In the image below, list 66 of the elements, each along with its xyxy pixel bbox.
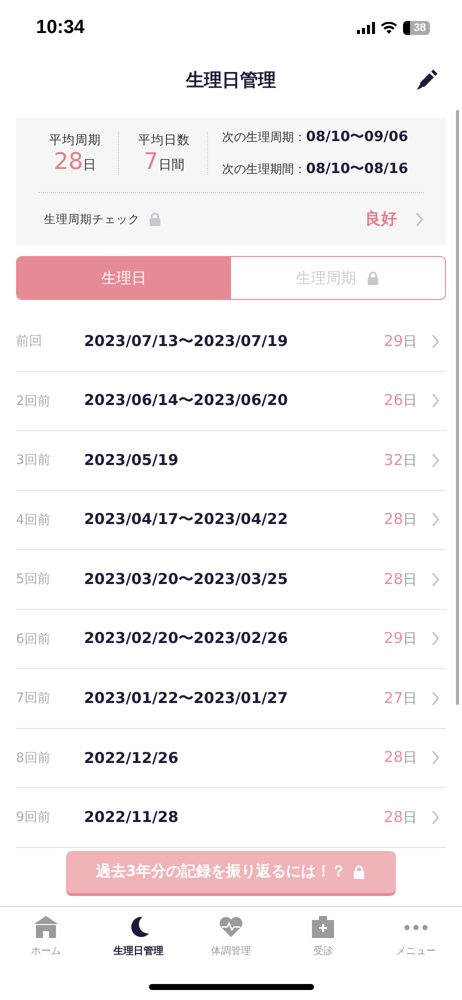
record-dates: 2023/07/13〜2023/07/19 <box>84 332 289 351</box>
record-dates: 2023/03/20〜2023/03/25 <box>84 570 289 589</box>
home-icon <box>34 916 58 938</box>
tab-bar-item[interactable]: 生理日管理 <box>92 907 185 967</box>
record-days: 28 日 <box>384 510 417 530</box>
record-dates: 2023/04/17〜2023/04/22 <box>84 510 289 530</box>
record-row[interactable]: 4回前 2023/04/17〜2023/04/22 28 日 <box>16 490 446 550</box>
record-dates: 2023/05/19 <box>84 451 180 470</box>
stat-value: 28 日 <box>54 148 96 174</box>
record-days: 29 日 <box>384 629 417 648</box>
record-label: 4回前 <box>16 512 52 529</box>
chevron-icon <box>431 393 440 408</box>
record-row[interactable]: 前回 2023/07/13〜2023/07/19 29 日 <box>16 312 446 372</box>
record-row[interactable]: 7回前 2023/01/22〜2023/01/27 27 日 <box>16 669 446 728</box>
forecast-label: 次の生理期間： <box>222 161 306 178</box>
record-row[interactable]: 3回前 2023/05/19 32 日 <box>16 431 446 490</box>
chevron-icon <box>431 572 440 587</box>
chevron-icon <box>431 512 440 528</box>
chevron-icon <box>431 750 440 766</box>
record-label: 5回前 <box>16 571 52 588</box>
chevron-icon <box>431 631 440 646</box>
chevron-icon <box>431 810 440 825</box>
heart-icon <box>219 916 244 938</box>
record-label: 前回 <box>16 333 43 350</box>
check-label: 生理周期チェック <box>44 212 140 226</box>
lock-icon <box>366 271 380 285</box>
record-label: 3回前 <box>16 452 52 470</box>
record-row[interactable]: 8回前 2022/12/26 28 日 <box>16 728 446 788</box>
stat-value: 7 日間 <box>144 148 184 174</box>
forecast-label: 次の生理周期： <box>222 129 306 146</box>
battery-indicator: 38 <box>402 21 430 35</box>
record-row[interactable]: 9回前 2022/11/28 28 日 <box>16 788 446 848</box>
record-label: 6回前 <box>16 630 52 648</box>
more-icon <box>404 924 428 931</box>
page-title: 生理日管理 <box>186 69 276 92</box>
record-days: 28 日 <box>384 570 417 589</box>
signal-icon <box>356 22 375 34</box>
stat-label: 平均周期 <box>49 132 101 148</box>
chevron-icon <box>431 334 440 349</box>
record-label: 2回前 <box>16 392 52 410</box>
record-days: 27 日 <box>384 688 417 708</box>
chevron-icon <box>431 690 440 706</box>
stat-label: 平均日数 <box>138 132 190 148</box>
record-row[interactable]: 6回前 2023/02/20〜2023/02/26 29 日 <box>16 610 446 669</box>
pencil-icon[interactable] <box>417 69 438 90</box>
medical-box-icon <box>311 916 336 938</box>
wifi-icon <box>380 22 397 34</box>
record-days: 28 日 <box>384 808 417 827</box>
record-dates: 2023/02/20〜2023/02/26 <box>84 629 289 648</box>
record-label: 7回前 <box>16 690 52 708</box>
record-dates: 2023/01/22〜2023/01/27 <box>84 688 289 708</box>
record-label: 9回前 <box>16 809 52 826</box>
record-label: 8回前 <box>16 750 52 767</box>
record-days: 32 日 <box>384 450 417 470</box>
record-row[interactable]: 5回前 2023/03/20〜2023/03/25 28 日 <box>16 550 446 610</box>
forecast-value: 08/10〜08/16 <box>306 160 408 178</box>
record-days: 29 日 <box>384 332 417 351</box>
record-dates: 2023/06/14〜2023/06/20 <box>84 391 289 410</box>
record-row[interactable]: 2回前 2023/06/14〜2023/06/20 26 日 <box>16 372 446 431</box>
record-dates: 2022/11/28 <box>84 808 180 826</box>
chevron-icon <box>431 452 440 468</box>
record-dates: 2022/12/26 <box>84 748 180 767</box>
record-days: 28 日 <box>384 748 417 768</box>
status-time: 10:34 <box>36 17 85 39</box>
record-days: 26 日 <box>384 391 417 410</box>
forecast-value: 08/10〜09/06 <box>306 128 408 146</box>
